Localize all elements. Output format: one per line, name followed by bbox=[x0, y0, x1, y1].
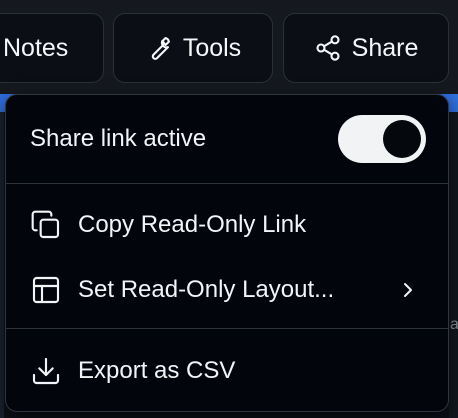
background-left-strip bbox=[0, 112, 4, 418]
share-label: Share bbox=[351, 33, 419, 62]
copy-read-only-link-label: Copy Read-Only Link bbox=[78, 211, 307, 238]
chevron-right-icon bbox=[398, 278, 418, 302]
share-link-label: Share link active bbox=[30, 125, 207, 152]
share-link-toggle-row[interactable]: Share link active bbox=[6, 95, 448, 183]
wrench-icon bbox=[145, 34, 173, 62]
top-toolbar: Notes Tools Share bbox=[0, 0, 458, 94]
app-window: Notes Tools Share a Share link active Co… bbox=[0, 0, 458, 418]
share-dropdown-menu: Share link active Copy Read-Only Link Se… bbox=[5, 94, 449, 412]
toggle-knob bbox=[383, 120, 421, 158]
notes-button[interactable]: Notes bbox=[0, 13, 104, 83]
set-read-only-layout-item[interactable]: Set Read-Only Layout... bbox=[6, 260, 448, 320]
background-text-fragment: a bbox=[450, 316, 458, 333]
share-link-toggle[interactable] bbox=[338, 115, 426, 163]
export-csv-item[interactable]: Export as CSV bbox=[6, 341, 448, 401]
copy-read-only-link-item[interactable]: Copy Read-Only Link bbox=[6, 195, 448, 255]
copy-icon bbox=[30, 209, 62, 241]
background-right-strip bbox=[449, 112, 458, 418]
share-button[interactable]: Share bbox=[283, 13, 449, 83]
tools-button[interactable]: Tools bbox=[113, 13, 273, 83]
set-read-only-layout-label: Set Read-Only Layout... bbox=[78, 276, 335, 303]
tools-label: Tools bbox=[182, 33, 242, 62]
menu-divider bbox=[6, 328, 448, 329]
layout-icon bbox=[30, 274, 62, 306]
share-nodes-icon bbox=[314, 34, 342, 62]
menu-divider bbox=[6, 183, 448, 184]
notes-label: Notes bbox=[3, 33, 69, 62]
download-icon bbox=[30, 355, 62, 387]
export-csv-label: Export as CSV bbox=[78, 357, 236, 384]
